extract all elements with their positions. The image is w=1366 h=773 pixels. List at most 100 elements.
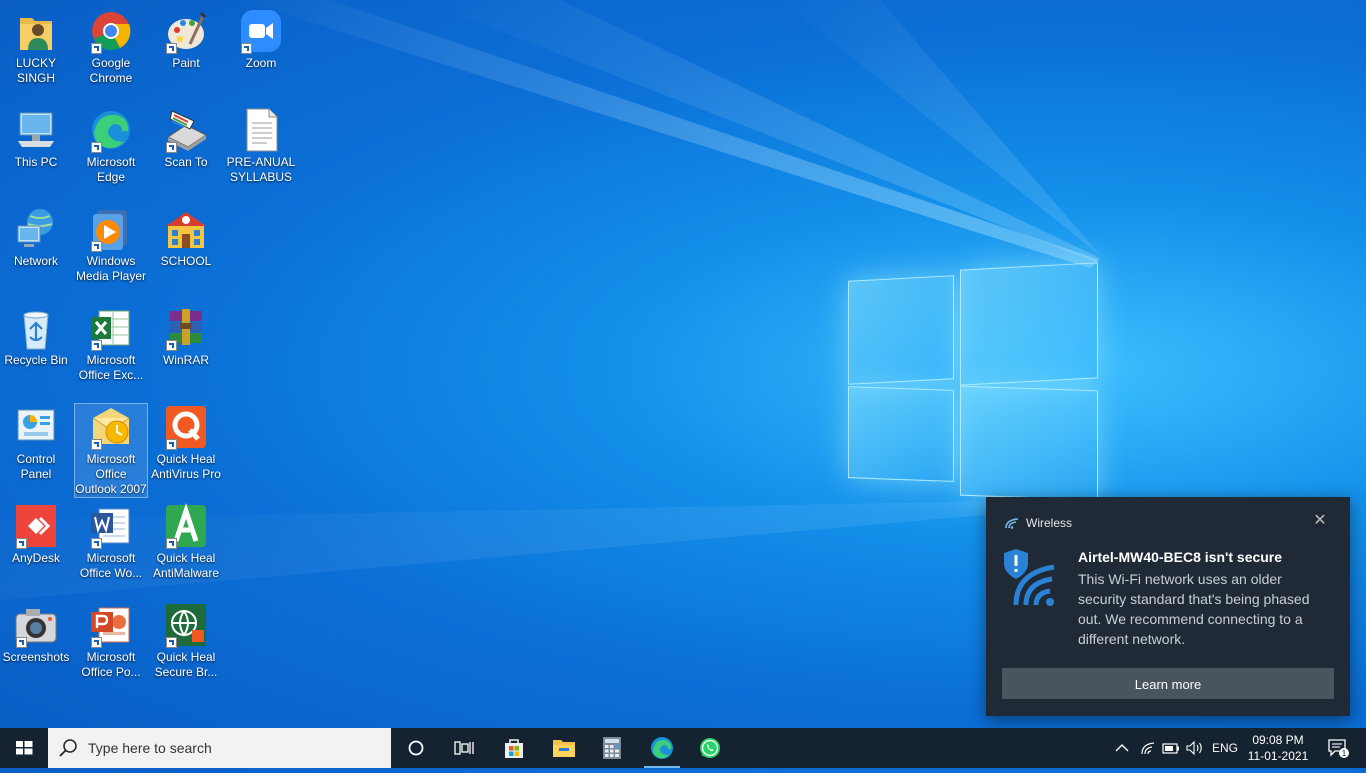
desktop-icon[interactable]: SCHOOL — [150, 206, 222, 269]
taskbar-clock[interactable]: 09:08 PM 11-01-2021 — [1244, 732, 1312, 764]
desktop-icon[interactable]: Quick Heal AntiMalware — [150, 503, 222, 581]
file-explorer-button[interactable] — [540, 728, 588, 768]
shortcut-arrow-icon — [91, 538, 102, 549]
computer-icon — [14, 107, 58, 153]
edge-taskbar-button[interactable] — [638, 728, 686, 768]
desktop-icon[interactable]: LUCKY SINGH — [0, 8, 72, 86]
quickheal-icon — [164, 404, 208, 450]
media-player-icon — [89, 206, 133, 252]
notification-source: Wireless — [1026, 516, 1073, 530]
taskbar-search-box[interactable]: Type here to search — [48, 728, 391, 768]
desktop-icon[interactable]: Network — [0, 206, 72, 269]
battery-icon — [1162, 743, 1179, 754]
shortcut-arrow-icon — [16, 538, 27, 549]
show-hidden-icons-button[interactable] — [1112, 728, 1132, 768]
desktop-icon[interactable]: Zoom — [225, 8, 297, 71]
notification-count: 1 — [1342, 749, 1347, 758]
desktop-icon[interactable]: WinRAR — [150, 305, 222, 368]
user-folder-icon — [14, 8, 58, 54]
desktop-icon-label: Microsoft Office Exc... — [78, 353, 144, 382]
wifi-security-notification[interactable]: Wireless ✕ Airtel-MW40-BEC8 isn't secure… — [986, 497, 1350, 716]
desktop-icon[interactable]: Paint — [150, 8, 222, 71]
shortcut-arrow-icon — [16, 637, 27, 648]
shortcut-arrow-icon — [91, 241, 102, 252]
winrar-icon — [164, 305, 208, 351]
desktop-icon-label: Screenshots — [2, 650, 70, 664]
close-icon[interactable]: ✕ — [1310, 511, 1330, 531]
shortcut-arrow-icon — [91, 43, 102, 54]
desktop-icon[interactable]: Control Panel — [0, 404, 72, 482]
input-language-button[interactable]: ENG — [1210, 728, 1240, 768]
desktop-icon-label: SCHOOL — [160, 254, 212, 268]
desktop-icon-label: Paint — [172, 56, 200, 70]
desktop-icon-label: Quick Heal Secure Br... — [154, 650, 218, 679]
desktop-icon[interactable]: Microsoft Office Wo... — [75, 503, 147, 581]
microsoft-store-button[interactable] — [490, 728, 538, 768]
desktop-icon-label: Google Chrome — [89, 56, 133, 85]
shortcut-arrow-icon — [166, 439, 177, 450]
network-icon — [14, 206, 58, 252]
excel-icon — [89, 305, 133, 351]
anydesk-icon — [14, 503, 58, 549]
scanner-icon — [164, 107, 208, 153]
taskbar: Type here to search ENG 09:08 PM 11-01-2… — [0, 728, 1366, 768]
desktop-icon[interactable]: Screenshots — [0, 602, 72, 665]
desktop-icon[interactable]: Recycle Bin — [0, 305, 72, 368]
desktop-icon[interactable]: This PC — [0, 107, 72, 170]
antimalware-icon — [164, 503, 208, 549]
chrome-icon — [89, 8, 133, 54]
desktop-icon[interactable]: Microsoft Office Exc... — [75, 305, 147, 383]
desktop-icon-label: Control Panel — [16, 452, 56, 481]
cortana-icon — [408, 740, 424, 756]
cortana-button[interactable] — [392, 728, 440, 768]
desktop-icon-label: Quick Heal AntiVirus Pro — [151, 452, 221, 481]
desktop-icon[interactable]: Quick Heal AntiVirus Pro — [150, 404, 222, 482]
desktop-icon-label: Scan To — [164, 155, 208, 169]
desktop-icon-label: Microsoft Office Po... — [81, 650, 141, 679]
desktop-icon-label: AnyDesk — [11, 551, 61, 565]
desktop-icon[interactable]: Quick Heal Secure Br... — [150, 602, 222, 680]
zoom-icon — [239, 8, 283, 54]
desktop-icon[interactable]: Microsoft Office Outlook 2007 — [74, 403, 148, 498]
windows-start-icon — [16, 741, 33, 755]
action-center-button[interactable]: 1 — [1318, 728, 1358, 768]
control-panel-icon — [14, 404, 58, 450]
desktop-icon-label: Microsoft Edge — [86, 155, 136, 184]
whatsapp-button[interactable] — [686, 728, 734, 768]
edge-icon — [651, 737, 673, 759]
desktop-icon-label: Quick Heal AntiMalware — [152, 551, 220, 580]
calculator-button[interactable] — [588, 728, 636, 768]
desktop-icon[interactable]: Scan To — [150, 107, 222, 170]
desktop-icon[interactable]: Microsoft Office Po... — [75, 602, 147, 680]
start-button[interactable] — [0, 728, 48, 768]
shortcut-arrow-icon — [91, 439, 102, 450]
desktop-icon[interactable]: AnyDesk — [0, 503, 72, 566]
desktop-icon-label: WinRAR — [162, 353, 209, 367]
learn-more-button[interactable]: Learn more — [1002, 668, 1334, 699]
desktop-icon[interactable]: Windows Media Player — [75, 206, 147, 284]
shortcut-arrow-icon — [91, 142, 102, 153]
store-icon — [505, 739, 523, 758]
paint-icon — [164, 8, 208, 54]
speaker-icon — [1186, 741, 1202, 755]
desktop-icon-label: Network — [13, 254, 58, 268]
shortcut-arrow-icon — [91, 637, 102, 648]
shortcut-arrow-icon — [241, 43, 252, 54]
wireless-icon — [1005, 518, 1019, 529]
battery-tray-button[interactable] — [1160, 728, 1182, 768]
outlook-icon — [89, 404, 133, 450]
task-view-button[interactable] — [440, 728, 488, 768]
desktop-icon[interactable]: Microsoft Edge — [75, 107, 147, 185]
desktop-icon[interactable]: PRE-ANUAL SYLLABUS — [225, 107, 297, 185]
volume-tray-button[interactable] — [1184, 728, 1206, 768]
desktop-icon-label: PRE-ANUAL SYLLABUS — [226, 155, 296, 184]
shortcut-arrow-icon — [166, 43, 177, 54]
desktop-icon[interactable]: Google Chrome — [75, 8, 147, 86]
desktop-icon-label: Recycle Bin — [4, 353, 68, 367]
network-tray-button[interactable] — [1138, 728, 1158, 768]
document-icon — [239, 107, 283, 153]
powerpoint-icon — [89, 602, 133, 648]
secure-browser-icon — [164, 602, 208, 648]
shortcut-arrow-icon — [166, 538, 177, 549]
clock-time: 09:08 PM — [1252, 733, 1304, 747]
